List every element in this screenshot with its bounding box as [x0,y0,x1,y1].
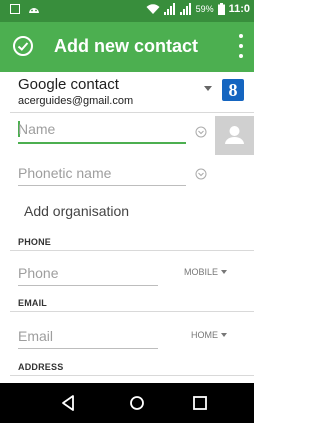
battery-percent: 59% [195,4,214,14]
google-logo-icon: 8 [222,79,244,101]
status-left-icons [10,4,40,14]
account-email: acerguides@gmail.com [18,95,134,107]
email-type-selector[interactable]: HOME [191,330,227,340]
divider [10,112,254,113]
divider [10,250,254,251]
phonetic-name-underline [18,185,186,186]
section-phone: PHONE [18,237,52,247]
expand-name-icon[interactable] [195,126,207,138]
contact-photo[interactable] [215,116,254,155]
section-address: ADDRESS [18,362,64,372]
dropdown-arrow-icon [221,333,227,337]
add-organisation-button[interactable]: Add organisation [24,203,129,219]
divider [10,311,254,312]
email-type-label: HOME [191,330,218,340]
check-done-icon[interactable] [12,35,34,57]
phone-field[interactable]: Phone [18,265,58,281]
home-icon[interactable] [127,393,147,413]
battery-icon [217,3,225,15]
screenshot-icon [10,4,20,14]
phone-type-selector[interactable]: MOBILE [184,267,228,277]
account-name: Google contact [18,76,119,93]
dropdown-arrow-icon [204,86,212,91]
android-icon [29,8,39,13]
screen: 59% 11:0 Add new contact Google contact … [0,0,254,423]
person-icon [225,126,244,144]
recents-icon[interactable] [190,393,210,413]
dropdown-arrow-icon [221,270,228,274]
section-email: EMAIL [18,298,47,308]
phone-field-underline [18,285,158,286]
name-field[interactable]: Name [18,121,55,137]
email-field[interactable]: Email [18,328,53,344]
expand-phonetic-icon[interactable] [195,168,207,180]
phonetic-name-field[interactable]: Phonetic name [18,165,111,181]
back-icon[interactable] [58,393,78,413]
navigation-bar [0,383,254,423]
page-title: Add new contact [54,36,199,56]
wifi-icon [146,4,160,14]
account-selector[interactable]: Google contact acerguides@gmail.com 8 [0,72,254,112]
overflow-menu-icon[interactable] [236,34,246,58]
name-field-underline [18,142,186,144]
app-bar: Add new contact [0,22,254,72]
status-bar: 59% 11:0 [0,0,254,22]
signal-icon [163,3,175,15]
email-field-underline [18,348,158,349]
signal-icon [179,3,191,15]
status-time: 11:0 [228,3,250,15]
divider [10,375,254,376]
phone-type-label: MOBILE [184,267,219,277]
status-right-icons: 59% 11:0 [146,3,250,15]
